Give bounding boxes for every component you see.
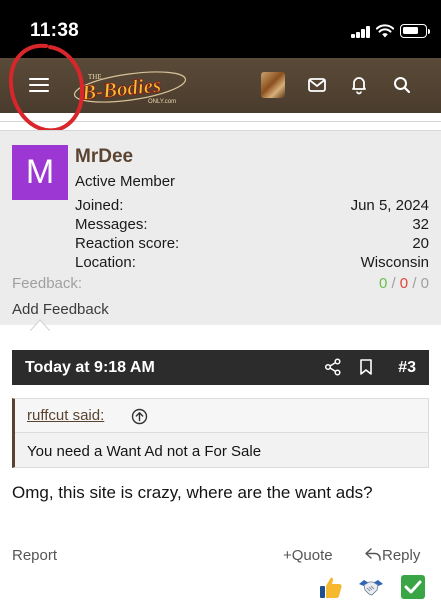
feedback-separator: / (391, 275, 396, 292)
stat-reaction-score: Reaction score: 20 (75, 235, 429, 254)
bookmark-icon[interactable] (357, 358, 375, 376)
bell-icon[interactable] (347, 73, 371, 97)
member-title: Active Member (75, 173, 176, 190)
quote-header: ruffcut said: (15, 399, 428, 433)
stat-messages: Messages: 32 (75, 216, 429, 235)
arrow-up-circle-icon[interactable] (131, 408, 148, 425)
feedback-neutral: 0 (420, 275, 429, 292)
stat-label: Messages: (75, 216, 148, 233)
feedback-negative: 0 (399, 275, 409, 292)
battery-icon (400, 24, 430, 38)
post-number[interactable]: #3 (398, 359, 416, 377)
stat-joined: Joined: Jun 5, 2024 (75, 197, 429, 216)
feedback-positive: 0 (378, 275, 388, 292)
report-button[interactable]: Report (12, 547, 57, 564)
site-logo[interactable]: THE B-Bodies ONLY.com (68, 66, 188, 106)
member-info-panel: M MrDee Active Member Joined: Jun 5, 202… (0, 130, 441, 325)
feedback-separator: / (412, 275, 417, 292)
wifi-icon (376, 24, 394, 38)
add-feedback-link[interactable]: Add Feedback (12, 301, 109, 318)
stat-label: Joined: (75, 197, 124, 214)
user-avatar[interactable] (261, 72, 285, 98)
search-icon[interactable] (390, 73, 414, 97)
checkmark-icon[interactable] (400, 574, 426, 600)
stat-location: Location: Wisconsin (75, 254, 429, 273)
post-actions: Report +Quote Reply (12, 545, 429, 567)
feedback-row: Feedback: 0 / 0 / 0 (12, 275, 429, 292)
annotation-circle (8, 43, 85, 133)
member-avatar[interactable]: M (12, 145, 68, 200)
quote-text: You need a Want Ad not a For Sale (27, 443, 262, 460)
thumbs-up-icon[interactable] (318, 574, 344, 600)
handshake-icon[interactable] (358, 574, 384, 600)
reaction-bar[interactable] (318, 572, 428, 600)
feedback-label: Feedback: (12, 275, 83, 292)
post-body: Omg, this site is crazy, where are the w… (12, 483, 373, 502)
panel-pointer (30, 319, 50, 331)
member-name[interactable]: MrDee (75, 146, 133, 168)
quote-button[interactable]: +Quote (283, 547, 333, 564)
reply-label: Reply (382, 547, 421, 564)
stat-value: Jun 5, 2024 (350, 197, 429, 214)
post-date[interactable]: Today at 9:18 AM (25, 359, 155, 377)
feedback-values[interactable]: 0 / 0 / 0 (379, 275, 429, 292)
reply-button[interactable]: Reply (364, 547, 420, 564)
post-header: Today at 9:18 AM #3 (12, 350, 429, 385)
status-time: 11:38 (30, 20, 80, 41)
stat-label: Reaction score: (75, 235, 180, 252)
stat-value: 20 (412, 235, 429, 252)
share-icon[interactable] (324, 358, 342, 376)
stat-label: Location: (75, 254, 136, 271)
stat-value[interactable]: 32 (412, 216, 429, 233)
quote-block: ruffcut said: You need a Want Ad not a F… (12, 398, 429, 468)
quote-author-link[interactable]: ruffcut said: (27, 407, 104, 424)
mail-icon[interactable] (305, 73, 329, 97)
logo-text-sub: ONLY.com (148, 99, 176, 105)
stat-value[interactable]: Wisconsin (361, 254, 429, 271)
reply-icon (365, 548, 381, 561)
signal-icon (351, 26, 371, 38)
